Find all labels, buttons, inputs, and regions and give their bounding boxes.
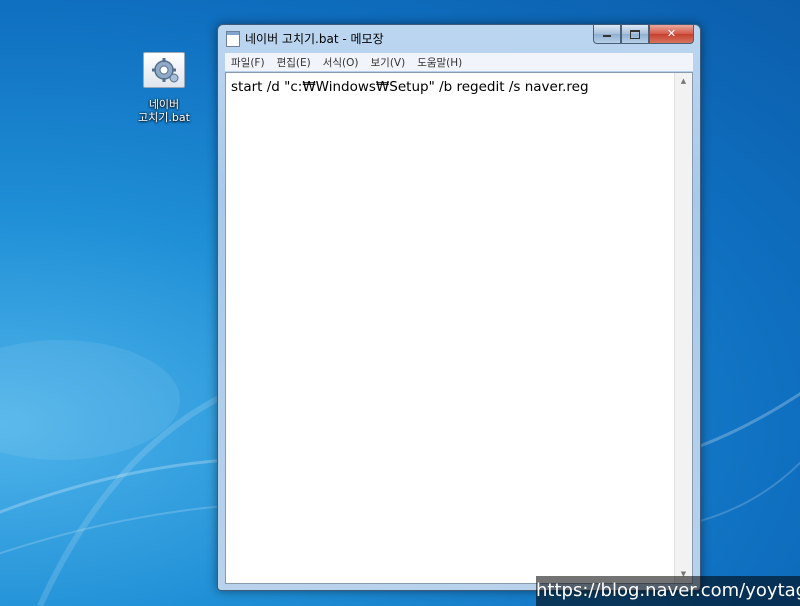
desktop-icon-label-line1: 네이버 xyxy=(148,98,180,111)
menu-format[interactable]: 서식(O) xyxy=(317,55,365,70)
desktop-icon-bat-file[interactable]: 네이버 고치기.bat xyxy=(130,52,198,124)
editor-content[interactable]: start /d "c:₩Windows₩Setup" /b regedit /… xyxy=(231,79,589,95)
desktop-background: 네이버 고치기.bat 네이버 고치기.bat - 메모장 ✕ 파일(F) 편집… xyxy=(0,0,800,606)
close-icon: ✕ xyxy=(666,27,677,40)
minimize-button[interactable] xyxy=(593,25,621,44)
maximize-button[interactable] xyxy=(621,25,649,44)
blog-watermark: https://blog.naver.com/yoytag xyxy=(536,576,800,606)
desktop-icon-label: 네이버 고치기.bat xyxy=(130,98,198,124)
maximize-icon xyxy=(630,29,640,39)
close-button[interactable]: ✕ xyxy=(649,25,694,44)
caption-buttons: ✕ xyxy=(593,25,694,44)
text-area[interactable]: start /d "c:₩Windows₩Setup" /b regedit /… xyxy=(225,72,693,584)
desktop-icon-label-line2: 고치기.bat xyxy=(138,111,190,124)
menu-edit[interactable]: 편집(E) xyxy=(271,55,317,70)
menu-bar: 파일(F) 편집(E) 서식(O) 보기(V) 도움말(H) xyxy=(225,53,693,71)
vertical-scrollbar[interactable]: ▲ ▼ xyxy=(674,73,692,583)
menu-file[interactable]: 파일(F) xyxy=(225,55,271,70)
menu-view[interactable]: 보기(V) xyxy=(365,55,412,70)
title-bar[interactable]: 네이버 고치기.bat - 메모장 ✕ xyxy=(218,25,700,49)
batch-file-gear-icon xyxy=(143,52,185,88)
scroll-up-arrow-icon[interactable]: ▲ xyxy=(675,73,692,90)
minimize-icon xyxy=(603,35,611,37)
window-title: 네이버 고치기.bat - 메모장 xyxy=(245,32,384,46)
notepad-window[interactable]: 네이버 고치기.bat - 메모장 ✕ 파일(F) 편집(E) 서식(O) 보기… xyxy=(217,24,701,591)
menu-help[interactable]: 도움말(H) xyxy=(411,55,468,70)
notepad-icon xyxy=(226,31,240,47)
